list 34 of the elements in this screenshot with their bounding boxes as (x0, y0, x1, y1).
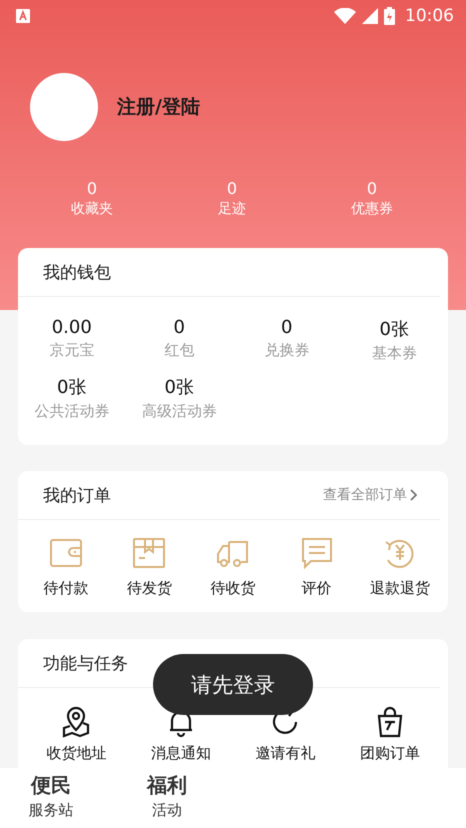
stat-value: 0 (226, 179, 238, 198)
order-status-item[interactable]: 待发货 (108, 536, 192, 598)
wallet-value: 0 (174, 317, 185, 338)
order-status-item[interactable]: 评价 (274, 536, 358, 598)
card-title: 我的钱包 (43, 262, 111, 284)
wallet-value: 0张 (380, 318, 409, 341)
login-link[interactable]: 注册/登陆 (117, 94, 200, 120)
clock-time: 10:06 (405, 6, 454, 26)
function-item[interactable]: 收货地址 (24, 706, 128, 763)
order-status-item[interactable]: 待收货 (191, 536, 275, 598)
function-label: 邀请有礼 (255, 744, 316, 763)
wallet-value: 0张 (57, 376, 86, 399)
stat-value: 0 (86, 179, 98, 198)
function-item[interactable]: 团购订单 (338, 706, 442, 763)
nav-tab[interactable]: 便民 服务站 (18, 768, 84, 828)
order-status-item[interactable]: 待付款 (24, 536, 108, 598)
card-title: 功能与任务 (43, 652, 128, 674)
order-status-label: 退款退货 (370, 579, 430, 598)
order-status-label: 待发货 (126, 579, 172, 598)
function-label: 消息通知 (150, 744, 211, 763)
login-toast: 请先登录 (153, 654, 313, 715)
card-title: 我的订单 (43, 484, 111, 506)
function-label: 收货地址 (46, 744, 106, 763)
stat-value: 0 (366, 179, 378, 198)
view-all-orders-link[interactable]: 查看全部订单 (323, 486, 418, 504)
function-label: 团购订单 (360, 744, 420, 763)
order-status-label: 评价 (302, 579, 332, 598)
wallet-value: 0.00 (52, 317, 92, 338)
wallet-value: 0 (281, 317, 292, 338)
nav-tab[interactable]: 福利 活动 (134, 768, 200, 828)
wallet-value: 0张 (164, 376, 194, 399)
order-status-item[interactable]: 退款退货 (358, 536, 442, 598)
order-status-label: 待付款 (43, 579, 88, 598)
order-status-label: 待收货 (210, 579, 256, 598)
